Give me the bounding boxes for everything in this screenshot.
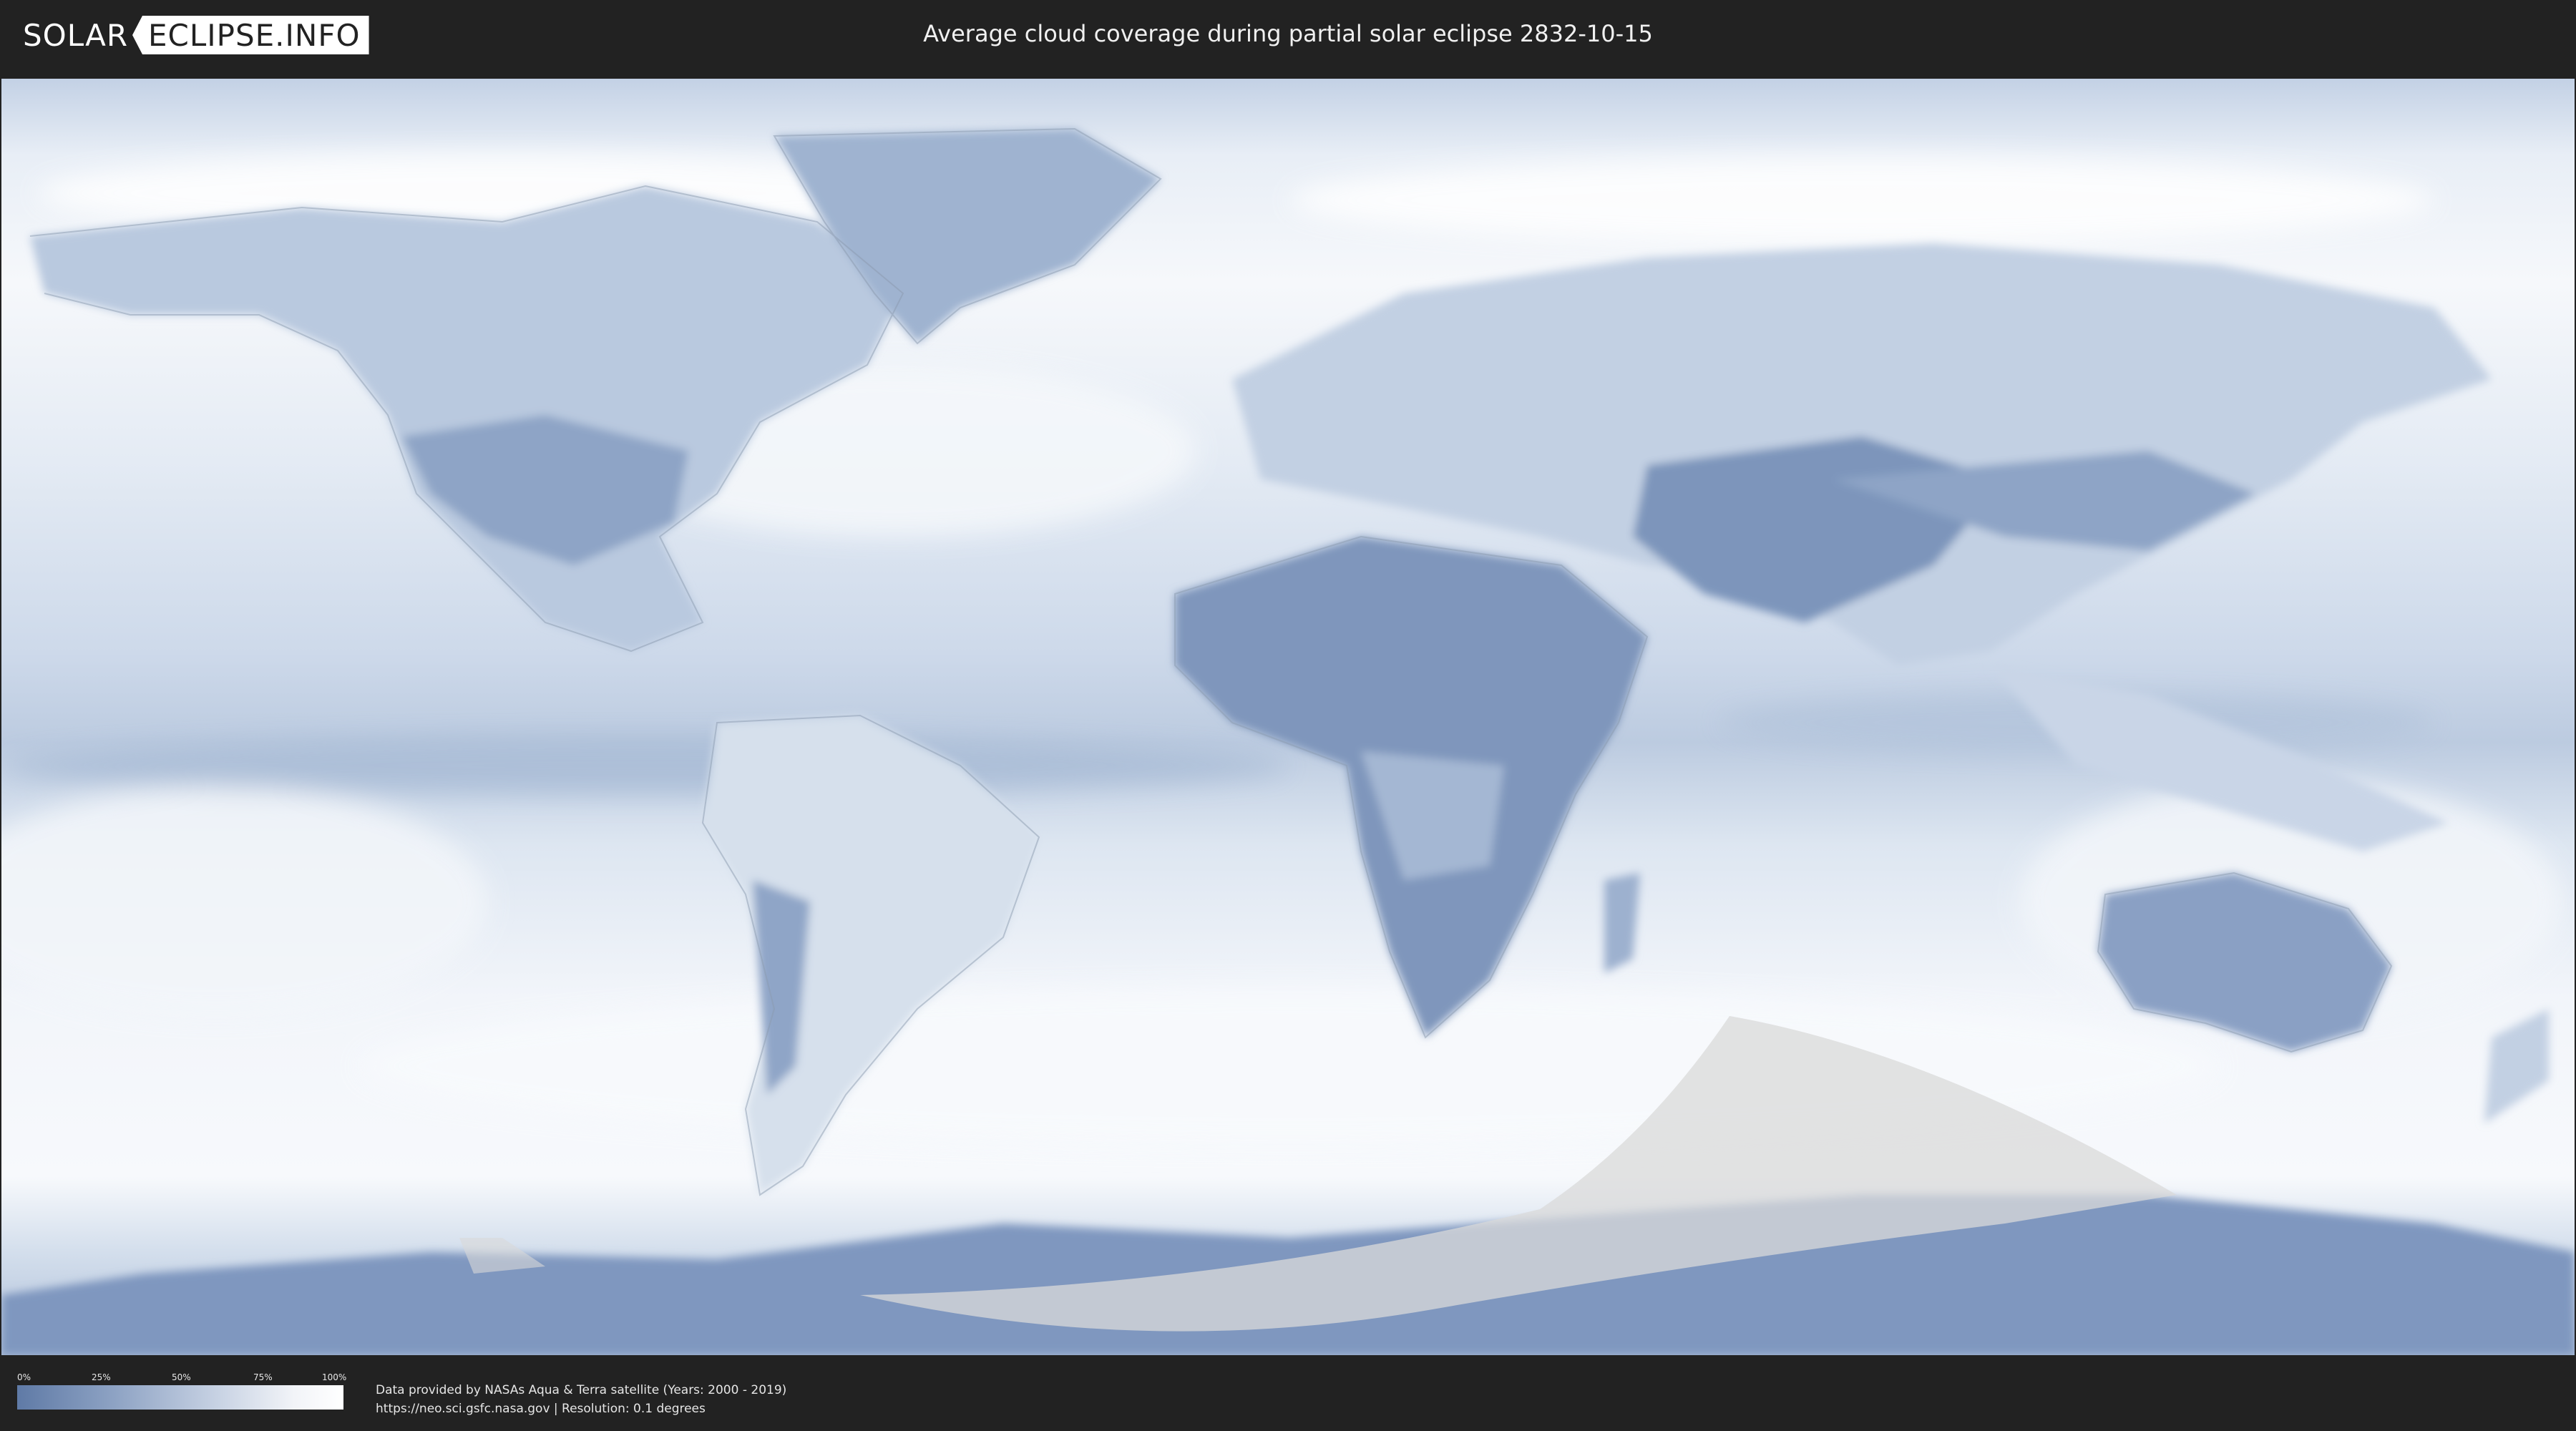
legend-ticks: 0% 25% 50% 75% 100% (17, 1372, 347, 1385)
legend-tick-25: 25% (92, 1372, 111, 1382)
data-credit: Data provided by NASAs Aqua & Terra sate… (376, 1381, 786, 1418)
header-bar: SOLAR ECLIPSE.INFO Average cloud coverag… (0, 0, 2576, 72)
legend-color-bar (17, 1385, 343, 1410)
legend-tick-50: 50% (172, 1372, 191, 1382)
credit-line-url[interactable]: https://neo.sci.gsfc.nasa.gov | Resoluti… (376, 1400, 786, 1418)
cloud-coverage-legend: 0% 25% 50% 75% 100% (17, 1372, 347, 1410)
footer-bar: 0% 25% 50% 75% 100% Data provided by NAS… (0, 1357, 2576, 1431)
world-map-svg (1, 79, 2575, 1355)
credit-line-source: Data provided by NASAs Aqua & Terra sate… (376, 1383, 787, 1397)
cloud-coverage-map[interactable] (1, 79, 2575, 1355)
page-title: Average cloud coverage during partial so… (923, 20, 1653, 47)
legend-tick-0: 0% (17, 1372, 31, 1382)
legend-tick-100: 100% (322, 1372, 347, 1382)
legend-tick-75: 75% (253, 1372, 273, 1382)
